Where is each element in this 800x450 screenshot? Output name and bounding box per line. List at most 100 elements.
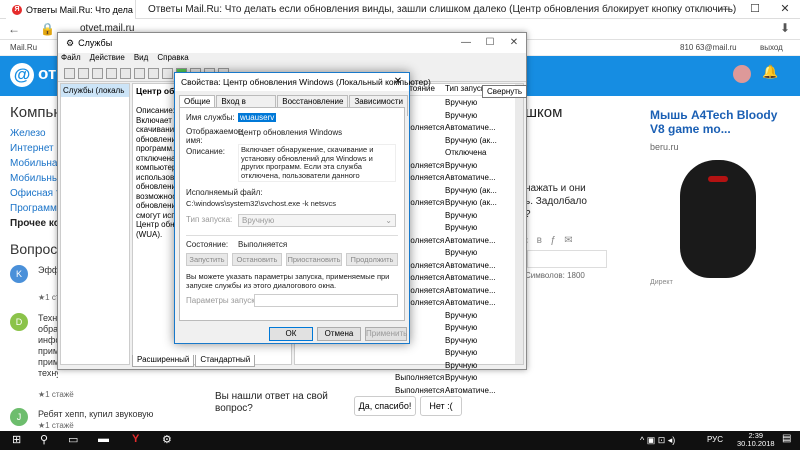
no-button[interactable]: Нет :( [420,396,462,416]
service-row[interactable]: Выполняется Автоматиче... [395,236,523,249]
answer-input[interactable] [527,250,607,268]
task-view-icon[interactable]: ▭ [68,433,78,446]
tree-item-services[interactable]: Службы (локаль [61,84,129,97]
service-startup-type: Вручную (ак... [445,135,497,145]
user-avatar[interactable]: D [10,313,28,331]
service-row[interactable]: Выполняется Автоматиче... [395,298,523,311]
service-row[interactable]: Выполняется Вручную (ак... [395,198,523,211]
properties-icon[interactable] [162,68,173,79]
back-icon[interactable]: ← [8,22,20,36]
service-row[interactable]: Выполняется Автоматиче... [395,386,523,399]
service-startup-type: Вручную (ак... [445,198,497,207]
category-link-active[interactable]: Прочее ко [10,218,60,229]
tab-standard[interactable]: Стандартный [195,355,256,367]
menu-action[interactable]: Действие [90,53,125,66]
startup-type-select[interactable]: Вручную ⌄ [238,214,396,227]
minimize-icon[interactable]: — [710,0,740,19]
service-row[interactable]: Вручную [395,311,523,324]
service-row[interactable]: Вручную [395,336,523,349]
user-avatar[interactable]: J [10,408,28,426]
close-icon[interactable]: ✕ [387,73,409,91]
divider [186,235,398,236]
service-row[interactable]: Вручную [395,211,523,224]
category-link[interactable]: Мобильная [10,158,63,169]
otvet-logo-icon[interactable]: @ [10,63,34,87]
apply-button[interactable]: Применить [365,327,407,341]
description-box[interactable]: Включает обнаружение, скачивание и устан… [238,144,396,182]
stop-button[interactable]: Остановить [232,253,282,266]
question-text[interactable]: Ребят хепп, купил звуковую [38,409,153,419]
export-icon[interactable] [134,68,145,79]
service-row[interactable]: Вручную (ак... [395,136,523,149]
question-text[interactable]: Техн обра инфо прим прим технуми [38,313,58,383]
service-row[interactable]: Выполняется Автоматиче... [395,273,523,286]
language-indicator[interactable]: РУС [707,435,723,444]
service-row[interactable]: Вручную (ак... [395,186,523,199]
scrollbar[interactable] [515,84,523,364]
bell-icon[interactable]: 🔔 [762,64,778,80]
service-row[interactable]: Выполняется Автоматиче... [395,286,523,299]
share-icon[interactable]: ‹ в ƒ ✉ [525,235,573,246]
avatar[interactable] [733,65,751,83]
params-input[interactable] [254,294,398,307]
yandex-browser-icon[interactable]: Y [132,433,139,445]
tab-extended[interactable]: Расширенный [132,355,195,367]
resume-button[interactable]: Продолжить [346,253,398,266]
service-row[interactable]: Вручную [395,98,523,111]
services-taskbar-icon[interactable]: ⚙ [162,433,172,446]
windows-start-icon[interactable]: ⊞ [12,433,21,446]
close-icon[interactable]: ✕ [502,33,526,53]
service-row[interactable]: Вручную [395,223,523,236]
maximize-icon[interactable]: ☐ [740,0,770,19]
category-link[interactable]: Железо [10,128,46,139]
service-row[interactable]: Выполняется Автоматиче... [395,123,523,136]
cancel-button[interactable]: Отмена [317,327,361,341]
menu-view[interactable]: Вид [134,53,148,66]
service-name-value[interactable]: wuauserv [238,113,277,122]
service-row[interactable]: Вручную [395,348,523,361]
ad-title[interactable]: Мышь A4Tech Bloody V8 game mo... [650,108,790,136]
menu-file[interactable]: Файл [61,53,81,66]
category-link[interactable]: Интернет [10,143,54,154]
mailru-link[interactable]: Mail.Ru [10,43,37,52]
ok-button[interactable]: ОК [269,327,313,341]
maximize-icon[interactable]: ☐ [478,33,502,53]
menu-help[interactable]: Справка [157,53,188,66]
service-row[interactable]: Вручную [395,323,523,336]
category-link[interactable]: Программ [10,203,57,214]
tray-icons[interactable]: ^ ▣ ⊡ ◂) [640,435,675,446]
download-icon[interactable]: ⬇ [780,21,790,35]
minimize-icon[interactable]: — [454,33,478,53]
pause-button[interactable]: Приостановить [286,253,342,266]
service-row[interactable]: Вручную [395,111,523,124]
browser-tab-title: Ответы Mail.Ru: Что дела [26,4,133,15]
search-icon[interactable]: ⚲ [40,433,48,446]
back-icon[interactable] [64,68,75,79]
service-row[interactable]: Выполняется Вручную [395,161,523,174]
explorer-icon[interactable]: ▬ [98,433,109,445]
list-icon[interactable] [106,68,117,79]
service-row[interactable]: Вручную [395,248,523,261]
service-startup-type: Автоматиче... [445,173,496,182]
service-row[interactable]: Отключена [395,148,523,161]
close-icon[interactable]: ✕ [770,0,800,19]
yes-button[interactable]: Да, спасибо! [354,396,416,416]
user-email[interactable]: 810 63@mail.ru [680,43,737,52]
service-row[interactable]: Вручную [395,361,523,374]
ad-url[interactable]: beru.ru [650,142,679,152]
service-startup-type: Вручную [445,335,478,345]
clock[interactable]: 2:39 30.10.2018 [737,432,775,448]
start-button[interactable]: Запустить [186,253,228,266]
category-link[interactable]: Офисная т [10,188,60,199]
console-icon[interactable] [92,68,103,79]
forward-icon[interactable] [78,68,89,79]
refresh-icon[interactable] [120,68,131,79]
user-avatar[interactable]: K [10,265,28,283]
service-row[interactable]: Выполняется Автоматиче... [395,173,523,186]
browser-tab[interactable]: Я Ответы Mail.Ru: Что дела [6,0,136,19]
notification-icon[interactable]: ▤ [782,433,791,444]
help-icon[interactable] [148,68,159,79]
exit-link[interactable]: выход [760,43,783,52]
service-row[interactable]: Выполняется Вручную [395,373,523,386]
service-row[interactable]: Выполняется Автоматиче... [395,261,523,274]
